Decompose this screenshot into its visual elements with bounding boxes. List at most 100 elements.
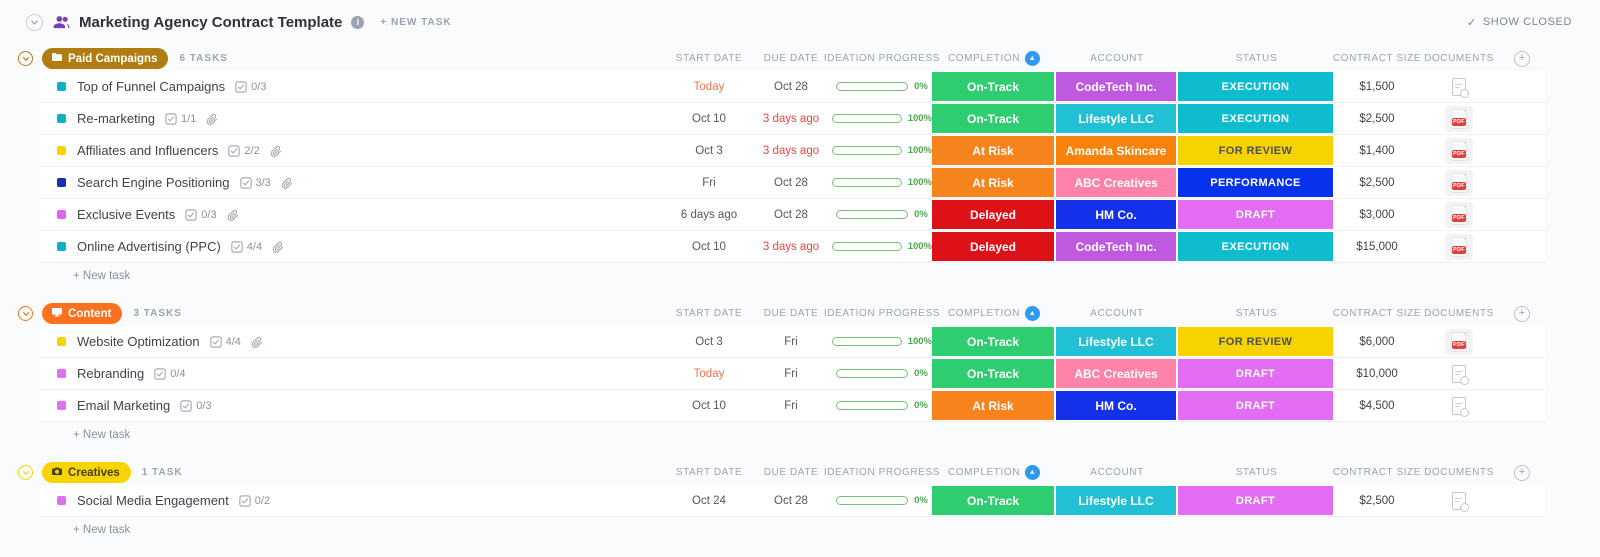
account-chip[interactable]: CodeTech Inc.: [1056, 72, 1176, 101]
column-header-due-date[interactable]: DUE DATE: [750, 53, 832, 64]
contract-size-cell[interactable]: $2,500: [1335, 495, 1419, 507]
add-column-button[interactable]: +: [1514, 305, 1530, 322]
due-date-cell[interactable]: Oct 28: [750, 495, 832, 507]
table-row[interactable]: Email Marketing 0/3 Oct 10 Fri 0% At Ris…: [40, 390, 1545, 422]
task-color-bullet[interactable]: [57, 496, 66, 505]
column-header-due-date[interactable]: DUE DATE: [750, 308, 832, 319]
completion-chip[interactable]: Delayed: [932, 200, 1054, 229]
pdf-document-icon[interactable]: PDF: [1445, 233, 1473, 260]
status-chip[interactable]: EXECUTION: [1178, 104, 1333, 133]
documents-cell[interactable]: PDF: [1419, 328, 1499, 355]
checklist-badge[interactable]: 0/3: [235, 81, 266, 93]
status-chip[interactable]: DRAFT: [1178, 200, 1333, 229]
add-document-icon[interactable]: [1452, 491, 1469, 512]
documents-cell[interactable]: PDF: [1419, 201, 1499, 228]
start-date-cell[interactable]: Oct 24: [668, 495, 750, 507]
column-header-ideation-progress[interactable]: IDEATION PROGRESS: [824, 308, 940, 319]
documents-cell[interactable]: [1419, 364, 1499, 385]
show-closed-toggle[interactable]: ✓ SHOW CLOSED: [1467, 16, 1572, 29]
documents-cell[interactable]: PDF: [1419, 169, 1499, 196]
column-header-start-date[interactable]: START DATE: [668, 467, 750, 478]
task-name[interactable]: Exclusive Events: [77, 207, 175, 222]
contract-size-cell[interactable]: $2,500: [1335, 177, 1419, 189]
sort-ascending-icon[interactable]: ▲: [1025, 465, 1041, 480]
documents-cell[interactable]: PDF: [1419, 233, 1499, 260]
account-chip[interactable]: ABC Creatives: [1056, 168, 1176, 197]
table-row[interactable]: Rebranding 0/4 Today Fri 0% On-Track ABC…: [40, 358, 1545, 390]
start-date-cell[interactable]: Fri: [668, 177, 750, 189]
start-date-cell[interactable]: Today: [668, 81, 750, 93]
task-name[interactable]: Website Optimization: [77, 334, 200, 349]
completion-chip[interactable]: At Risk: [932, 168, 1054, 197]
account-chip[interactable]: Lifestyle LLC: [1056, 327, 1176, 356]
add-document-icon[interactable]: [1452, 364, 1469, 385]
due-date-cell[interactable]: Oct 28: [750, 81, 832, 93]
column-header-due-date[interactable]: DUE DATE: [750, 467, 832, 478]
task-color-bullet[interactable]: [57, 242, 66, 251]
column-header-start-date[interactable]: START DATE: [668, 308, 750, 319]
table-row[interactable]: Re-marketing 1/1 Oct 10 3 days ago 100% …: [40, 103, 1545, 135]
contract-size-cell[interactable]: $6,000: [1335, 336, 1419, 348]
group-collapse-icon[interactable]: [18, 306, 33, 321]
group-badge[interactable]: Creatives: [42, 462, 131, 483]
column-header-contract-size[interactable]: CONTRACT SIZE: [1333, 53, 1421, 64]
documents-cell[interactable]: [1419, 77, 1499, 98]
column-header-completion[interactable]: COMPLETION ▲: [932, 51, 1056, 66]
status-chip[interactable]: DRAFT: [1178, 359, 1333, 388]
sort-ascending-icon[interactable]: ▲: [1025, 51, 1041, 66]
start-date-cell[interactable]: Oct 10: [668, 113, 750, 125]
pdf-document-icon[interactable]: PDF: [1445, 105, 1473, 132]
account-chip[interactable]: HM Co.: [1056, 200, 1176, 229]
task-name[interactable]: Re-marketing: [77, 111, 155, 126]
column-header-account[interactable]: ACCOUNT: [1056, 308, 1178, 319]
contract-size-cell[interactable]: $2,500: [1335, 113, 1419, 125]
task-color-bullet[interactable]: [57, 369, 66, 378]
contract-size-cell[interactable]: $1,400: [1335, 145, 1419, 157]
pdf-document-icon[interactable]: PDF: [1445, 137, 1473, 164]
status-chip[interactable]: EXECUTION: [1178, 72, 1333, 101]
completion-chip[interactable]: On-Track: [932, 327, 1054, 356]
group-badge[interactable]: Paid Campaigns: [42, 48, 169, 69]
completion-chip[interactable]: On-Track: [932, 104, 1054, 133]
completion-chip[interactable]: Delayed: [932, 232, 1054, 261]
task-name[interactable]: Affiliates and Influencers: [77, 143, 218, 158]
documents-cell[interactable]: PDF: [1419, 137, 1499, 164]
account-chip[interactable]: CodeTech Inc.: [1056, 232, 1176, 261]
add-column-button[interactable]: +: [1514, 464, 1530, 481]
task-color-bullet[interactable]: [57, 146, 66, 155]
table-row[interactable]: Website Optimization 4/4 Oct 3 Fri 100% …: [40, 326, 1545, 358]
table-row[interactable]: Exclusive Events 0/3 6 days ago Oct 28 0…: [40, 199, 1545, 231]
group-badge[interactable]: Content: [42, 303, 123, 324]
status-chip[interactable]: PERFORMANCE: [1178, 168, 1333, 197]
contract-size-cell[interactable]: $3,000: [1335, 209, 1419, 221]
due-date-cell[interactable]: 3 days ago: [750, 113, 832, 125]
group-collapse-icon[interactable]: [18, 465, 33, 480]
column-header-status[interactable]: STATUS: [1178, 467, 1335, 478]
sort-ascending-icon[interactable]: ▲: [1025, 306, 1041, 321]
table-row[interactable]: Search Engine Positioning 3/3 Fri Oct 28…: [40, 167, 1545, 199]
due-date-cell[interactable]: 3 days ago: [750, 241, 832, 253]
column-header-documents[interactable]: DOCUMENTS: [1419, 53, 1499, 64]
account-chip[interactable]: Lifestyle LLC: [1056, 486, 1176, 515]
start-date-cell[interactable]: Oct 3: [668, 145, 750, 157]
due-date-cell[interactable]: Oct 28: [750, 209, 832, 221]
task-color-bullet[interactable]: [57, 82, 66, 91]
column-header-account[interactable]: ACCOUNT: [1056, 53, 1178, 64]
column-header-contract-size[interactable]: CONTRACT SIZE: [1333, 308, 1421, 319]
add-document-icon[interactable]: [1452, 77, 1469, 98]
table-row[interactable]: Online Advertising (PPC) 4/4 Oct 10 3 da…: [40, 231, 1545, 263]
task-color-bullet[interactable]: [57, 210, 66, 219]
due-date-cell[interactable]: Fri: [750, 368, 832, 380]
new-task-row-button[interactable]: + New task: [40, 422, 130, 447]
new-task-row-button[interactable]: + New task: [40, 263, 130, 288]
task-name[interactable]: Email Marketing: [77, 398, 170, 413]
pdf-document-icon[interactable]: PDF: [1445, 169, 1473, 196]
add-document-icon[interactable]: [1452, 396, 1469, 417]
task-name[interactable]: Social Media Engagement: [77, 493, 229, 508]
table-row[interactable]: Social Media Engagement 0/2 Oct 24 Oct 2…: [40, 485, 1545, 517]
new-task-row-button[interactable]: + New task: [40, 517, 130, 542]
list-collapse-icon[interactable]: [26, 13, 43, 31]
task-color-bullet[interactable]: [57, 401, 66, 410]
contract-size-cell[interactable]: $10,000: [1335, 368, 1419, 380]
start-date-cell[interactable]: Oct 3: [668, 336, 750, 348]
